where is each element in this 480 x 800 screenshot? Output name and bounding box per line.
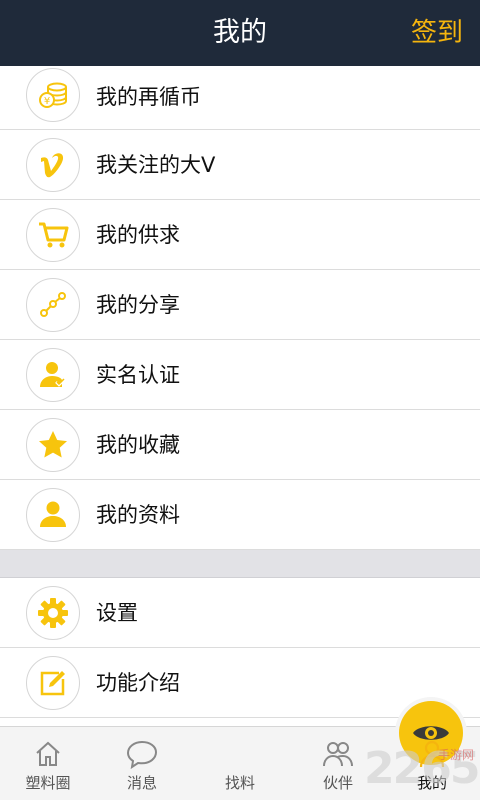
tab-label: 找料 xyxy=(224,774,255,792)
user-profile-icon xyxy=(26,488,80,542)
menu-item-profile[interactable]: 我的资料 xyxy=(0,480,480,550)
tab-label: 消息 xyxy=(126,774,157,792)
top-bar: 我的 签到 xyxy=(0,0,480,66)
menu-item-label: 我的分享 xyxy=(96,293,180,317)
menu-item-label: 功能介绍 xyxy=(96,671,180,695)
svg-text:¥: ¥ xyxy=(44,96,50,107)
menu-item-label: 我的供求 xyxy=(96,223,180,247)
site-watermark: 2265 手游网 xyxy=(364,742,480,794)
watermark-site: 手游网 xyxy=(437,748,474,762)
menu-item-label: 实名认证 xyxy=(96,363,180,387)
menu-item-label: 我的再循币 xyxy=(96,85,201,109)
tab-label: 塑料圈 xyxy=(25,774,71,792)
menu-item-followed-v[interactable]: 我关注的大V xyxy=(0,130,480,200)
menu-item-label: 我关注的大V xyxy=(96,153,216,177)
tab-plastic-circle[interactable]: 塑料圈 xyxy=(0,727,96,800)
menu-item-share[interactable]: 我的分享 xyxy=(0,270,480,340)
menu-item-supply-demand[interactable]: 我的供求 xyxy=(0,200,480,270)
tab-find-material[interactable]: 找料 xyxy=(192,701,463,800)
chat-bubble-icon xyxy=(124,737,160,771)
section-divider xyxy=(0,550,480,578)
shopping-cart-icon xyxy=(26,208,80,262)
menu-list: ¥ 我的再循币 我关注的大V 我的供求 我的分享 实名认证 我的收藏 我的资料 … xyxy=(0,66,480,718)
v-icon xyxy=(26,138,80,192)
menu-item-settings[interactable]: 设置 xyxy=(0,578,480,648)
bottom-tab-bar: 塑料圈 消息 找料 伙伴 我的 2265 手游网 xyxy=(0,701,480,800)
menu-item-label: 我的收藏 xyxy=(96,433,180,457)
edit-icon xyxy=(26,656,80,710)
home-icon xyxy=(30,737,66,771)
gear-icon xyxy=(26,586,80,640)
menu-item-favorites[interactable]: 我的收藏 xyxy=(0,410,480,480)
menu-item-verification[interactable]: 实名认证 xyxy=(0,340,480,410)
menu-item-label: 我的资料 xyxy=(96,503,180,527)
menu-item-coins[interactable]: ¥ 我的再循币 xyxy=(0,66,480,130)
menu-item-label: 设置 xyxy=(96,601,138,625)
partners-icon xyxy=(320,737,356,771)
verified-user-icon xyxy=(26,348,80,402)
tab-messages[interactable]: 消息 xyxy=(94,727,190,800)
coin-stack-icon: ¥ xyxy=(26,68,80,122)
menu-item-features[interactable]: 功能介绍 xyxy=(0,648,480,718)
page-title: 我的 xyxy=(213,17,267,48)
star-icon xyxy=(26,418,80,472)
share-icon xyxy=(26,278,80,332)
checkin-button[interactable]: 签到 xyxy=(411,0,463,66)
